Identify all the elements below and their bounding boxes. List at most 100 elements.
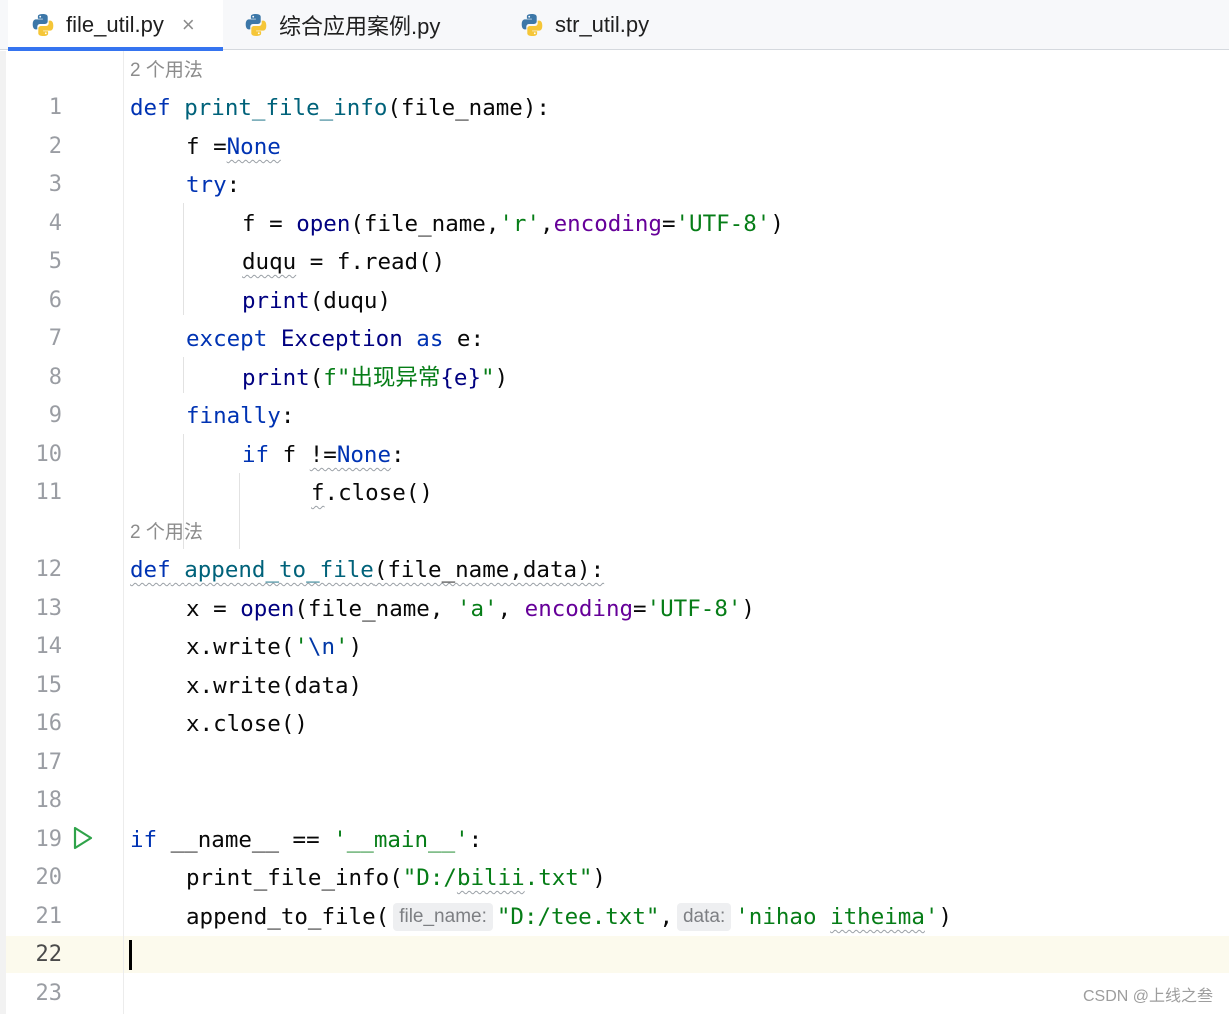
code-line-4: f = open(file_name,'r',encoding='UTF-8') [242,205,784,243]
line-number: 9 [48,403,62,428]
string: f"出现异常 [323,365,441,391]
code-text: : [391,442,405,468]
code-line-15: x.write(data) [186,667,362,705]
line-number: 8 [48,365,62,390]
string: 'r' [499,211,541,237]
line-number: 20 [35,865,63,890]
code-line-14: x.write('\n') [186,628,362,666]
keyword: try [186,172,227,198]
keyword: None [336,442,392,468]
keyword: def [130,557,171,583]
keyword: except [186,326,268,352]
keyword: as [416,326,444,352]
code-text: (file_name): [387,95,550,121]
code-line-20: print_file_info("D:/bilii.txt") [186,859,606,897]
code-text: f [269,442,310,468]
code-line-21: append_to_file(file_name: "D:/tee.txt", da… [186,898,952,936]
code-line-5: duqu = f.read() [242,243,445,281]
usage-hint[interactable]: 2 个用法 [130,56,203,86]
code-text: (duqu) [309,288,392,314]
line-number: 6 [48,288,62,313]
current-line-highlight [6,936,1229,973]
keyword: if [130,827,158,853]
tab-label: 综合应用案例.py [279,14,441,39]
line-number: 2 [48,134,62,159]
string: '__main__' [333,827,469,853]
parameter-hint: file_name: [393,903,493,931]
code-line-12: def append_to_file(file_name,data): [130,551,604,589]
code-line-2: f =None [186,128,281,166]
code-text: ) [938,904,952,930]
builtin: print [242,365,310,391]
string: .txt" [524,865,593,891]
string: 'nihao [735,904,831,930]
line-number: 12 [35,557,63,582]
code-text: (file_name, [350,211,500,237]
line-number: 15 [35,673,63,698]
keyword: if [242,442,270,468]
code-text: append_to_file( [186,904,390,930]
line-number: 3 [48,172,62,197]
code-text: , [497,596,525,622]
line-number: 10 [35,442,63,467]
code-text: f = [186,134,227,160]
code-text: != [309,442,337,468]
builtin: open [296,211,351,237]
line-number: 23 [35,981,63,1006]
tab-file-util[interactable]: file_util.py × [8,0,223,51]
indent-guide [239,473,240,549]
keyword-arg: encoding [553,211,662,237]
code-text: ) [770,211,784,237]
tab-str-util[interactable]: str_util.py [519,0,649,50]
code-text: , [540,211,554,237]
code-text: ) [348,634,363,660]
line-number: 13 [35,596,63,621]
code-text: duqu [242,249,297,275]
line-number: 7 [48,326,62,351]
string: itheima [830,904,925,930]
function-name: append_to_file [184,557,374,583]
run-icon[interactable] [70,824,96,852]
code-text: x.write(data) [186,673,363,699]
usage-hint[interactable]: 2 个用法 [130,518,203,548]
indent-guide [183,357,184,393]
code-text: : [468,827,483,853]
line-number: 18 [35,788,63,813]
line-number: 19 [35,827,63,852]
string: ' [924,904,939,930]
python-file-icon [245,14,267,36]
gutter-separator [123,51,124,1014]
code-text: ) [494,365,509,391]
python-file-icon [32,14,54,36]
text-caret [129,940,132,970]
watermark: CSDN @上线之叁 [1082,988,1213,1005]
string: 'UTF-8' [646,596,742,622]
code-text: = [661,211,676,237]
code-text: __name__ == [157,827,334,853]
code-text: f = [242,211,297,237]
code-line-16: x.close() [186,705,308,743]
tab-zonghe-yingyong[interactable]: 综合应用案例.py [243,0,440,50]
code-text: (file_name,data): [373,557,605,583]
function-name: print_file_info [184,95,388,121]
line-number: 4 [48,211,62,236]
close-icon[interactable]: × [182,14,195,36]
code-editor[interactable]: 1 2 3 4 5 6 7 8 9 10 11 12 13 14 15 16 1… [0,51,1229,1014]
builtin: Exception [267,326,417,352]
code-text: , [659,904,673,930]
line-number: 11 [35,480,63,505]
indent-guide [183,203,184,315]
line-number: 16 [35,711,63,736]
builtin: print [242,288,310,314]
code-text: ) [741,596,755,622]
code-line-8: print(f"出现异常{e}") [242,359,508,397]
escape-sequence: \n [307,634,336,660]
code-text: ( [309,365,324,391]
code-text: .close() [324,480,433,506]
line-number: 14 [35,634,63,659]
code-text: f [311,480,325,506]
code-text: : [226,172,241,198]
string: 'UTF-8' [675,211,771,237]
string: 'a' [456,596,498,622]
code-text: (file_name, [294,596,457,622]
